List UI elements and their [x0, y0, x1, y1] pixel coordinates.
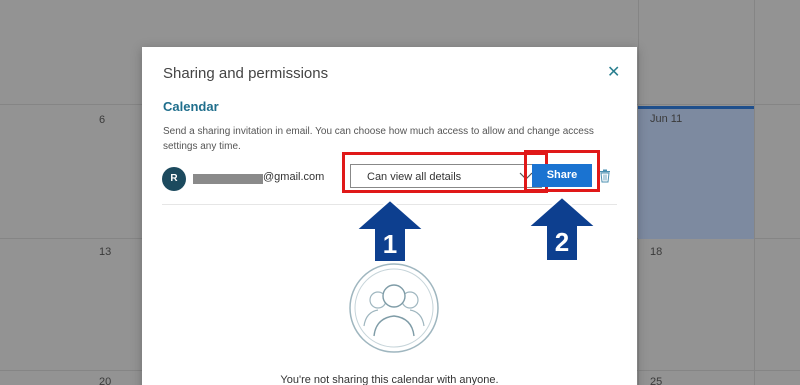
calendar-day-label: 25 — [650, 376, 663, 385]
calendar-day-label: 18 — [650, 246, 663, 258]
empty-state-message: You're not sharing this calendar with an… — [280, 374, 499, 385]
recipient-email: @gmail.com — [263, 171, 325, 183]
calendar-col-divider — [754, 0, 755, 385]
annotation-highlight-dropdown — [342, 152, 548, 193]
annotation-step-1: 1 — [383, 229, 397, 259]
calendar-day-label: 6 — [99, 114, 106, 126]
calendar-today-column — [638, 106, 754, 239]
section-heading: Calendar — [163, 99, 219, 114]
close-icon[interactable]: ✕ — [607, 65, 621, 81]
trash-icon[interactable] — [599, 169, 611, 183]
calendar-day-label: Jun 11 — [650, 113, 683, 125]
people-illustration-icon — [349, 263, 439, 353]
email-redaction — [193, 174, 263, 184]
annotation-arrow-1: 1 — [354, 198, 426, 263]
annotation-arrow-2: 2 — [526, 195, 598, 262]
dialog-title: Sharing and permissions — [163, 65, 329, 82]
annotation-highlight-share — [524, 150, 600, 192]
calendar-day-label: 20 — [99, 376, 112, 385]
avatar: R — [162, 167, 186, 191]
calendar-day-label: 13 — [99, 246, 112, 258]
annotation-step-2: 2 — [555, 227, 569, 257]
